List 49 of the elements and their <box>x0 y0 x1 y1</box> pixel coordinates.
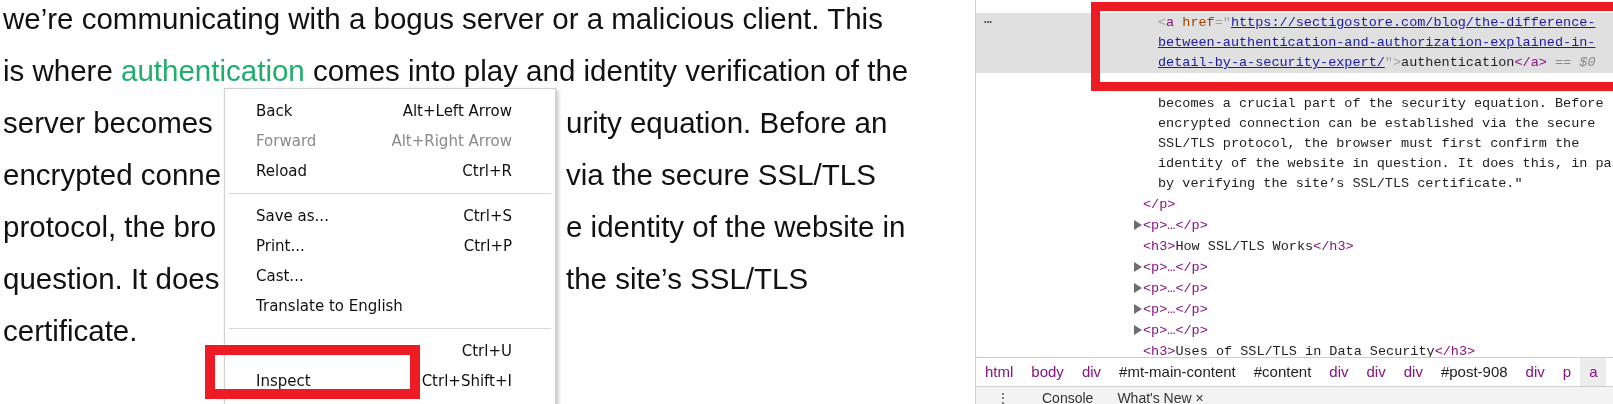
paragraph-text: via the secure SSL/TLS <box>566 157 876 193</box>
dom-node[interactable]: <p>…</p> <box>976 320 1613 341</box>
more-menu-icon[interactable]: ⋮ <box>996 387 1010 404</box>
expand-triangle-icon[interactable] <box>1134 283 1142 293</box>
menu-item[interactable]: Reload Ctrl+R <box>225 156 555 186</box>
breadcrumb[interactable]: html <box>976 358 1023 386</box>
expand-triangle-icon[interactable] <box>1134 304 1142 314</box>
paragraph-text: protocol, the bro <box>3 209 217 245</box>
dom-node[interactable]: ⋯ <a href="https://sectigostore.com/blog/the-difference- between-authentication-and-authorization-explained-in- detail-by-a-security-expert/">authentication</a> == $0 <box>976 13 1613 73</box>
breadcrumb[interactable]: body <box>1022 358 1073 386</box>
drawer-tab[interactable]: Console <box>1042 387 1094 404</box>
dom-node[interactable]: <p>…</p> <box>976 215 1613 236</box>
expand-triangle-icon[interactable] <box>1134 220 1142 230</box>
paragraph-line: we’re communicating with a bogus server or a malicious client. This <box>3 1 883 37</box>
dom-node[interactable]: </p> <box>976 194 1613 215</box>
menu-item[interactable]: Translate to English <box>225 291 555 321</box>
paragraph-text: question. It does <box>3 261 220 297</box>
menu-item[interactable]: Back Alt+Left Arrow <box>225 96 555 126</box>
breadcrumb[interactable]: div <box>1072 358 1111 386</box>
drawer-tab[interactable]: What's New × <box>1117 387 1204 404</box>
breadcrumb[interactable]: #mt-main-content <box>1110 358 1245 386</box>
menu-item[interactable]: Ctrl+U <box>225 336 555 366</box>
breadcrumb[interactable]: div <box>1320 358 1358 386</box>
paragraph-text: urity equation. Before an <box>566 105 888 141</box>
breadcrumb[interactable]: div <box>1394 358 1432 386</box>
paragraph-text: the site’s SSL/TLS <box>566 261 809 297</box>
paragraph-line: certificate. <box>3 313 138 349</box>
expand-triangle-icon[interactable] <box>1134 262 1142 272</box>
paragraph-line: is where authentication comes into play and identity verification of the <box>3 53 909 89</box>
dom-node[interactable]: <h3>How SSL/TLS Works</h3> <box>976 236 1613 257</box>
dom-node[interactable]: <p>…</p> <box>976 278 1613 299</box>
menu-item[interactable]: Inspect Ctrl+Shift+I <box>225 366 555 396</box>
menu-item[interactable]: Cast... <box>225 261 555 291</box>
breadcrumb[interactable]: p <box>1553 358 1581 386</box>
menu-item[interactable]: Print... Ctrl+P <box>225 231 555 261</box>
paragraph-text: e identity of the website in <box>566 209 906 245</box>
dom-node[interactable]: <p>…</p> <box>976 299 1613 320</box>
breadcrumb[interactable]: a <box>1580 358 1607 386</box>
breadcrumb[interactable]: #content <box>1244 358 1321 386</box>
breadcrumb[interactable]: div <box>1516 358 1554 386</box>
menu-item[interactable]: Save as... Ctrl+S <box>225 201 555 231</box>
code-text: becomes a crucial part of the security equation. Before encrypted connection can be established via the secure SSL/TLS protocol, the browser must first confirm the identity of the website in question. It does this, in pa by verifying the site’s SSL/TLS certificate." <box>1157 95 1613 193</box>
dom-node[interactable]: <p>…</p> <box>976 257 1613 278</box>
paragraph-text: encrypted conne <box>3 157 222 193</box>
breadcrumb[interactable]: div <box>1357 358 1395 386</box>
dom-node[interactable]: <h3>Uses of SSL/TLS in Data Security</h3> <box>976 341 1613 357</box>
breadcrumb[interactable]: #post-908 <box>1431 358 1517 386</box>
expand-triangle-icon[interactable] <box>1134 325 1142 335</box>
paragraph-text: server becomes <box>3 105 213 141</box>
